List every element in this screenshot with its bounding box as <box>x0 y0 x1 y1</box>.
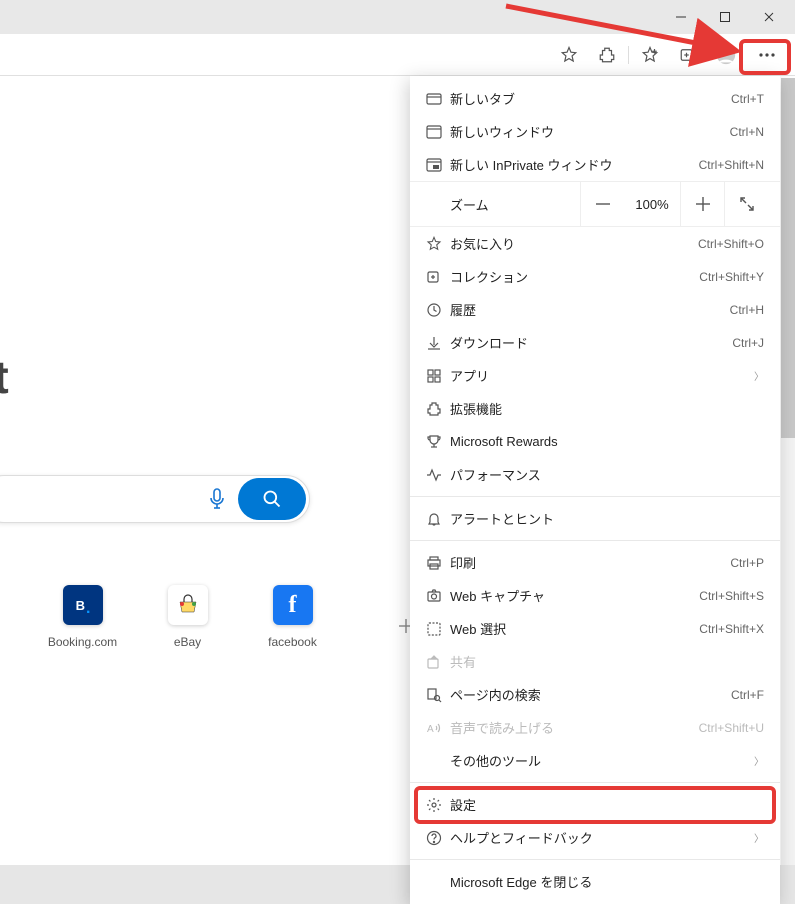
new-window-icon <box>426 124 450 140</box>
collections-icon <box>426 269 450 285</box>
menu-separator <box>410 859 780 860</box>
svg-text:A: A <box>427 724 434 735</box>
close-button[interactable] <box>747 2 791 32</box>
menu-extensions[interactable]: 拡張機能 <box>410 392 780 425</box>
toolbar-separator <box>628 46 629 64</box>
help-icon <box>426 830 450 846</box>
ebay-icon <box>176 593 200 617</box>
quicklink-label: eBay <box>174 635 201 649</box>
menu-apps[interactable]: アプリ〉 <box>410 359 780 392</box>
brand-text: oft <box>0 350 9 404</box>
menu-web-select[interactable]: Web 選択Ctrl+Shift+X <box>410 612 780 645</box>
zoom-in-button[interactable] <box>680 181 724 227</box>
menu-print[interactable]: 印刷Ctrl+P <box>410 546 780 579</box>
menu-separator <box>410 540 780 541</box>
zoom-out-button[interactable] <box>580 181 624 227</box>
menu-separator <box>410 496 780 497</box>
print-icon <box>426 555 450 571</box>
menu-help[interactable]: ヘルプとフィードバック〉 <box>410 821 780 854</box>
more-button[interactable] <box>745 39 789 71</box>
bell-icon <box>426 511 450 527</box>
browser-window: oft 場 B. Booking.com eBay f facebook <box>0 0 795 865</box>
quick-links: B. Booking.com eBay f facebook <box>30 585 345 649</box>
menu-downloads[interactable]: ダウンロードCtrl+J <box>410 326 780 359</box>
camera-icon <box>426 588 450 604</box>
find-icon <box>426 687 450 703</box>
menu-separator <box>410 782 780 783</box>
menu-read-aloud: A 音声で読み上げるCtrl+Shift+U <box>410 711 780 744</box>
app-menu: 新しいタブCtrl+T 新しいウィンドウCtrl+N 新しい InPrivate… <box>410 76 780 904</box>
scrollbar-thumb[interactable] <box>781 78 795 438</box>
menu-rewards[interactable]: Microsoft Rewards <box>410 425 780 458</box>
read-aloud-icon: A <box>426 720 450 736</box>
quicklink-label: facebook <box>268 635 317 649</box>
menu-collections[interactable]: コレクションCtrl+Shift+Y <box>410 260 780 293</box>
menu-more-tools[interactable]: その他のツール〉 <box>410 744 780 777</box>
menu-new-tab[interactable]: 新しいタブCtrl+T <box>410 82 780 115</box>
menu-alerts[interactable]: アラートとヒント <box>410 502 780 535</box>
menu-web-capture[interactable]: Web キャプチャCtrl+Shift+S <box>410 579 780 612</box>
quicklink-booking-tile: B <box>76 598 85 613</box>
pulse-icon <box>426 467 450 483</box>
title-bar <box>0 0 795 34</box>
history-icon <box>426 302 450 318</box>
quicklink-ebay[interactable]: eBay <box>135 585 240 649</box>
mic-icon[interactable] <box>208 488 226 510</box>
profile-icon[interactable] <box>707 39 745 71</box>
menu-find[interactable]: ページ内の検索Ctrl+F <box>410 678 780 711</box>
fullscreen-button[interactable] <box>724 181 768 227</box>
menu-close-edge[interactable]: Microsoft Edge を閉じる <box>410 865 780 898</box>
scrollbar-vertical[interactable] <box>781 78 795 865</box>
menu-favorites[interactable]: お気に入りCtrl+Shift+O <box>410 227 780 260</box>
search-box[interactable] <box>0 475 310 523</box>
extensions-toolbar-icon[interactable] <box>588 39 626 71</box>
puzzle-icon <box>426 401 450 417</box>
inprivate-icon <box>426 157 450 173</box>
apps-icon <box>426 368 450 384</box>
new-tab-icon <box>426 91 450 107</box>
search-button[interactable] <box>238 478 306 520</box>
favorite-add-icon[interactable] <box>550 39 588 71</box>
zoom-value: 100% <box>624 197 680 212</box>
toolbar <box>0 34 795 76</box>
quicklink-facebook-tile: f <box>289 592 297 619</box>
collections-toolbar-icon[interactable] <box>669 39 707 71</box>
menu-new-inprivate[interactable]: 新しい InPrivate ウィンドウCtrl+Shift+N <box>410 148 780 181</box>
star-icon <box>426 236 450 252</box>
menu-zoom: ズーム 100% <box>410 181 780 227</box>
menu-share: 共有 <box>410 645 780 678</box>
menu-new-window[interactable]: 新しいウィンドウCtrl+N <box>410 115 780 148</box>
zoom-label: ズーム <box>450 195 580 214</box>
quicklink-booking[interactable]: B. Booking.com <box>30 585 135 649</box>
menu-settings[interactable]: 設定 <box>410 788 780 821</box>
select-icon <box>426 621 450 637</box>
download-icon <box>426 335 450 351</box>
gear-icon <box>426 797 450 813</box>
share-icon <box>426 654 450 670</box>
settings-highlight-container: 設定 <box>410 788 780 821</box>
minimize-button[interactable] <box>659 2 703 32</box>
trophy-icon <box>426 434 450 450</box>
menu-performance[interactable]: パフォーマンス <box>410 458 780 491</box>
maximize-button[interactable] <box>703 2 747 32</box>
quicklink-label: Booking.com <box>48 635 117 649</box>
menu-history[interactable]: 履歴Ctrl+H <box>410 293 780 326</box>
favorites-toolbar-icon[interactable] <box>631 39 669 71</box>
quicklink-facebook[interactable]: f facebook <box>240 585 345 649</box>
